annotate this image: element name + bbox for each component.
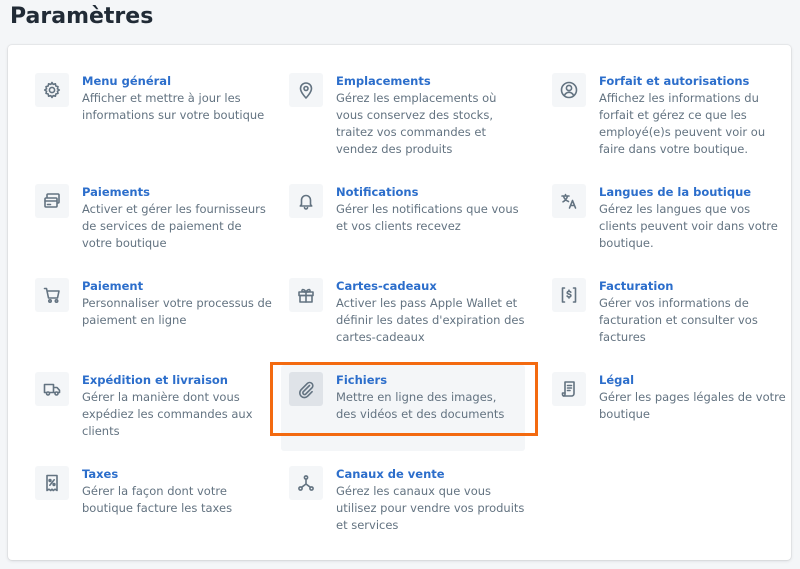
settings-item-description: Gérer les notifications que vous et vos … — [336, 202, 519, 233]
credit-card-icon — [35, 184, 69, 218]
settings-item-title[interactable]: Fichiers — [336, 372, 387, 389]
settings-item-locations[interactable]: Emplacements Gérez les emplacements où v… — [289, 73, 539, 163]
document-icon — [552, 372, 586, 406]
truck-icon — [35, 372, 69, 406]
settings-item-description: Gérez les emplacements où vous conservez… — [336, 91, 497, 156]
settings-item-giftcards[interactable]: Cartes-cadeaux Activer les pass Apple Wa… — [289, 278, 539, 368]
settings-item-general[interactable]: Menu général Afficher et mettre à jour l… — [35, 73, 285, 163]
settings-item-description: Gérer la manière dont vous expédiez les … — [82, 390, 253, 438]
user-circle-icon — [552, 73, 586, 107]
settings-item-description: Afficher et mettre à jour les informatio… — [82, 91, 265, 122]
translate-icon — [552, 184, 586, 218]
percent-receipt-icon — [35, 466, 69, 500]
settings-item-title[interactable]: Cartes-cadeaux — [336, 278, 437, 295]
dollar-receipt-icon — [552, 278, 586, 312]
settings-item-title[interactable]: Langues de la boutique — [599, 184, 751, 201]
settings-item-title[interactable]: Emplacements — [336, 73, 431, 90]
settings-item-title[interactable]: Canaux de vente — [336, 466, 445, 483]
settings-item-description: Mettre en ligne des images, des vidéos e… — [336, 390, 505, 421]
settings-item-description: Gérer la façon dont votre boutique factu… — [82, 484, 233, 515]
settings-item-description: Activer et gérer les fournisseurs de ser… — [82, 202, 266, 250]
settings-item-files[interactable]: Fichiers Mettre en ligne des images, des… — [281, 365, 525, 451]
settings-item-title[interactable]: Taxes — [82, 466, 118, 483]
settings-item-description: Gérer les pages légales de votre boutiqu… — [599, 390, 786, 421]
settings-item-title[interactable]: Notifications — [336, 184, 418, 201]
settings-item-description: Gérer vos informations de facturation et… — [599, 296, 758, 344]
settings-item-taxes[interactable]: Taxes Gérer la façon dont votre boutique… — [35, 466, 285, 556]
settings-item-title[interactable]: Expédition et livraison — [82, 372, 228, 389]
paperclip-icon — [289, 372, 323, 406]
gift-icon — [289, 278, 323, 312]
settings-item-description: Activer les pass Apple Wallet et définir… — [336, 296, 525, 344]
settings-item-notifications[interactable]: Notifications Gérer les notifications qu… — [289, 184, 539, 274]
settings-item-plan[interactable]: Forfait et autorisations Affichez les in… — [552, 73, 800, 163]
settings-item-shipping[interactable]: Expédition et livraison Gérer la manière… — [35, 372, 285, 462]
settings-item-title[interactable]: Facturation — [599, 278, 673, 295]
settings-item-title[interactable]: Paiements — [82, 184, 150, 201]
location-pin-icon — [289, 73, 323, 107]
settings-card: Menu général Afficher et mettre à jour l… — [8, 45, 791, 560]
page-title: Paramètres — [10, 4, 154, 29]
settings-item-billing[interactable]: Facturation Gérer vos informations de fa… — [552, 278, 800, 368]
settings-item-description: Personnaliser votre processus de paiemen… — [82, 296, 272, 327]
gear-icon — [35, 73, 69, 107]
settings-item-description: Gérez les langues que vos clients peuven… — [599, 202, 778, 250]
settings-item-legal[interactable]: Légal Gérer les pages légales de votre b… — [552, 372, 800, 462]
cart-icon — [35, 278, 69, 312]
channels-icon — [289, 466, 323, 500]
bell-icon — [289, 184, 323, 218]
settings-item-channels[interactable]: Canaux de vente Gérez les canaux que vou… — [289, 466, 539, 556]
settings-item-checkout[interactable]: Paiement Personnaliser votre processus d… — [35, 278, 285, 368]
settings-item-payments[interactable]: Paiements Activer et gérer les fournisse… — [35, 184, 285, 274]
settings-item-title[interactable]: Paiement — [82, 278, 143, 295]
settings-item-title[interactable]: Menu général — [82, 73, 171, 90]
settings-item-title[interactable]: Légal — [599, 372, 634, 389]
settings-item-description: Affichez les informations du forfait et … — [599, 91, 766, 156]
settings-item-title[interactable]: Forfait et autorisations — [599, 73, 749, 90]
settings-item-description: Gérez les canaux que vous utilisez pour … — [336, 484, 525, 532]
settings-item-languages[interactable]: Langues de la boutique Gérez les langues… — [552, 184, 800, 274]
